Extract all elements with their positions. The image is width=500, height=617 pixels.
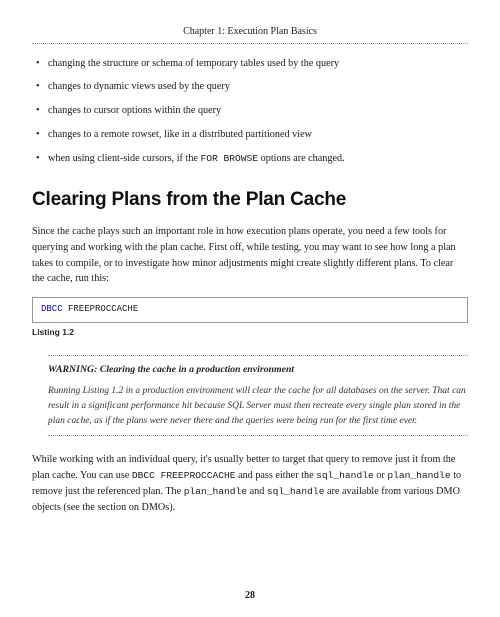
inline-code: DBCC FREEPROCCACHE: [132, 470, 236, 481]
text: and pass either the: [236, 470, 317, 481]
code-keyword: DBCC: [41, 304, 63, 314]
list-item: changing the structure or schema of temp…: [32, 56, 468, 72]
closing-paragraph: While working with an individual query, …: [32, 452, 468, 515]
page-number: 28: [0, 588, 500, 604]
inline-code: FOR BROWSE: [201, 153, 259, 164]
header-rule: [32, 43, 468, 44]
section-heading: Clearing Plans from the Plan Cache: [32, 185, 468, 214]
inline-code: sql_handle: [316, 470, 374, 481]
bullet-text-suffix: options are changed.: [258, 153, 345, 164]
inline-code: plan_handle: [184, 486, 247, 497]
warning-box: WARNING: Clearing the cache in a product…: [48, 355, 468, 436]
bullet-list: changing the structure or schema of temp…: [32, 56, 468, 167]
code-listing: DBCC FREEPROCCACHE: [32, 297, 468, 323]
text: and: [247, 486, 267, 497]
list-item: changes to a remote rowset, like in a di…: [32, 127, 468, 143]
warning-top-rule: [48, 355, 468, 356]
chapter-header: Chapter 1: Execution Plan Basics: [32, 24, 468, 40]
text: or: [374, 470, 388, 481]
list-item: changes to dynamic views used by the que…: [32, 79, 468, 95]
list-item: changes to cursor options within the que…: [32, 103, 468, 119]
inline-code: sql_handle: [267, 486, 325, 497]
list-item: when using client-side cursors, if the F…: [32, 151, 468, 167]
listing-label: Listing 1.2: [32, 326, 468, 339]
warning-bottom-rule: [48, 435, 468, 436]
bullet-text-prefix: when using client-side cursors, if the: [48, 153, 201, 164]
code-rest: FREEPROCCACHE: [63, 304, 139, 314]
warning-title: WARNING: Clearing the cache in a product…: [48, 362, 468, 377]
intro-paragraph: Since the cache plays such an important …: [32, 224, 468, 287]
inline-code: plan_handle: [387, 470, 450, 481]
warning-body: Running Listing 1.2 in a production envi…: [48, 384, 468, 430]
